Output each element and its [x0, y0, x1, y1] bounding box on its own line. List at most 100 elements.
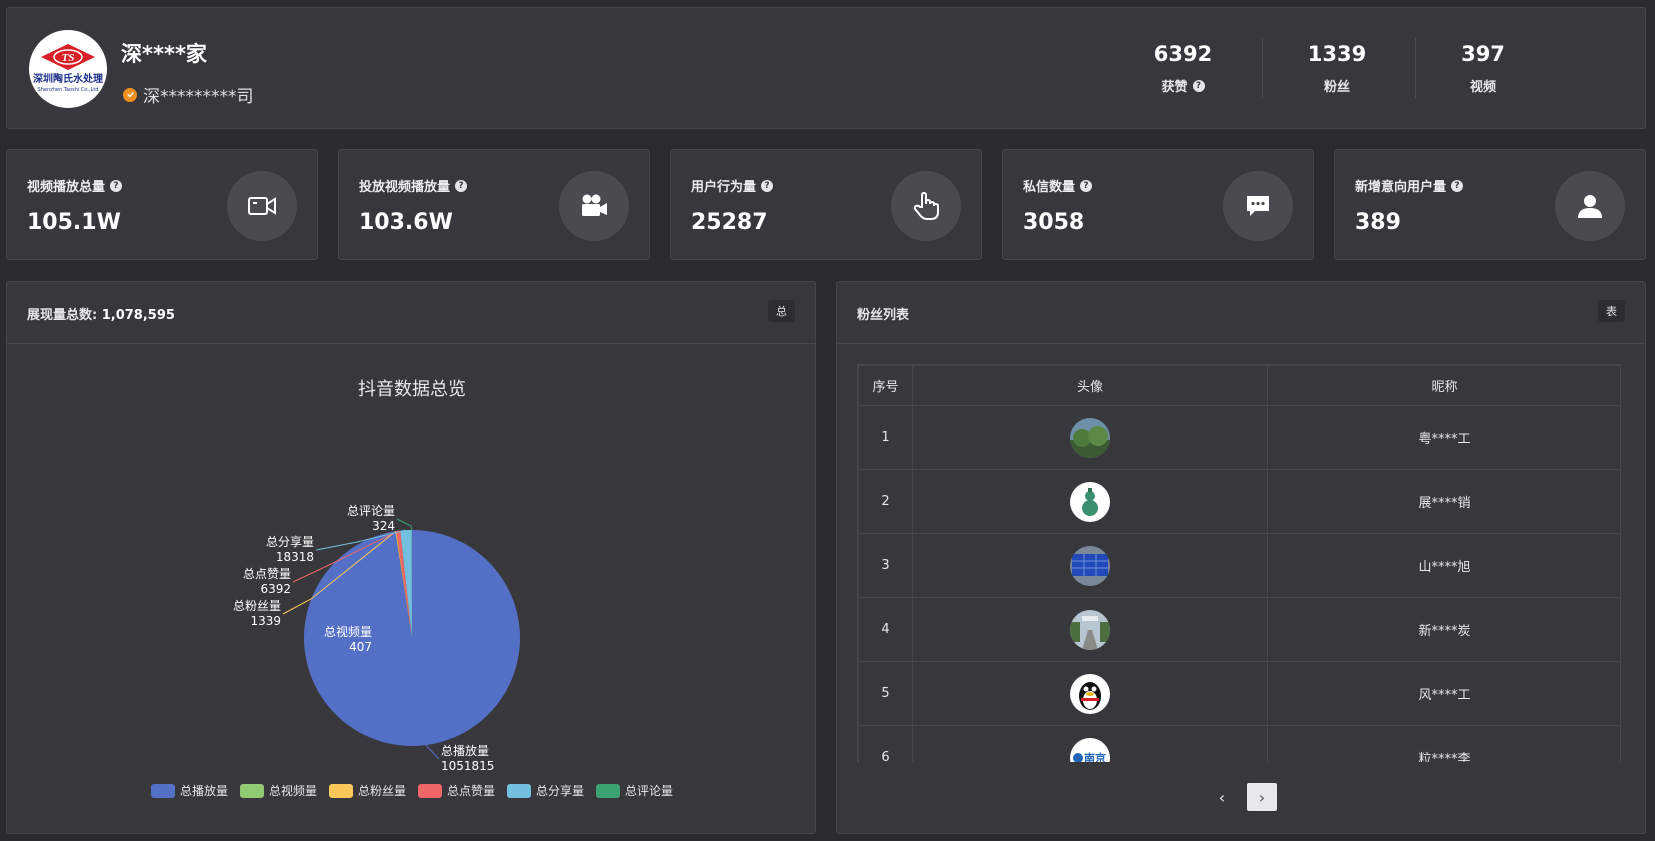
row-index: 3 [858, 533, 913, 598]
fans-table-wrapper[interactable]: 序号 头像 昵称 1 粤****工 2 展****销 3 山****旭 4 新*… [857, 364, 1621, 762]
legend-label: 总播放量 [179, 784, 228, 798]
metric-label: 用户行为量 [691, 180, 757, 195]
legend-label: 总视频量 [268, 784, 317, 798]
chat-bubble-icon [1223, 171, 1293, 241]
film-camera-icon [559, 171, 629, 241]
legend-swatch [150, 783, 175, 798]
chart-legend: 总播放量 总视频量 总粉丝量 总点赞量 总分享量 总评论量 [7, 782, 817, 799]
legend-label: 总评论量 [625, 784, 674, 798]
avatar[interactable] [1070, 545, 1110, 586]
table-row: 3 山****旭 [858, 533, 1620, 598]
stat-videos-label: 视频 [1469, 80, 1496, 95]
table-row: 4 新****炭 [858, 597, 1620, 662]
stat-fans: 1339 粉丝 [1262, 42, 1412, 95]
row-nickname: 新****炭 [1267, 597, 1620, 662]
avatar[interactable] [1070, 417, 1110, 458]
slice-label-name: 总视频量 [324, 624, 372, 639]
help-icon[interactable]: ? [761, 179, 774, 192]
stat-likes: 6392 获赞? [1108, 42, 1258, 95]
table-badge[interactable]: 表 [1598, 300, 1625, 322]
slice-label-value: 407 [349, 640, 372, 654]
table-row: 2 展****销 [858, 469, 1620, 534]
avatar[interactable] [1070, 673, 1110, 714]
slice-label-value: 1051815 [441, 759, 494, 773]
stat-videos: 397 视频 [1408, 42, 1558, 95]
metric-label: 私信数量 [1023, 180, 1076, 195]
stat-videos-value: 397 [1461, 42, 1505, 66]
verified-check-icon [123, 87, 137, 102]
help-icon[interactable]: ? [1192, 79, 1205, 92]
metric-value: 103.6W [359, 210, 453, 235]
avatar[interactable]: 南京 [1070, 737, 1110, 763]
fans-table: 序号 头像 昵称 1 粤****工 2 展****销 3 山****旭 4 新*… [858, 365, 1620, 763]
divider [837, 343, 1645, 344]
help-icon[interactable]: ? [1451, 179, 1464, 192]
row-nickname: 粤****工 [1267, 405, 1620, 470]
metric-label: 新增意向用户量 [1355, 180, 1447, 195]
logo-cn-text: 深圳陶氏水处理 [33, 72, 103, 85]
slice-label-value: 18318 [276, 550, 314, 564]
logo-mark-text: TS [62, 52, 75, 64]
legend-item[interactable]: 总播放量 [150, 782, 228, 799]
help-icon[interactable]: ? [1080, 179, 1093, 192]
label-leader-line [396, 518, 413, 531]
slice-label-value: 6392 [260, 582, 291, 596]
company-verification: 深*********司 [123, 82, 254, 107]
metric-value: 105.1W [27, 210, 121, 235]
row-nickname: 粒****李 [1267, 725, 1620, 762]
account-header: TS 深圳陶氏水处理 Shenzhen Taoshi Co.,Ltd 深****… [6, 7, 1646, 129]
slice-label-name: 总分享量 [266, 534, 314, 549]
stat-likes-value: 6392 [1153, 42, 1213, 66]
prev-page-button[interactable]: ‹ [1207, 783, 1237, 811]
video-camera-icon [227, 171, 297, 241]
legend-item[interactable]: 总分享量 [507, 782, 584, 799]
avatar-text: 南京 [1084, 751, 1106, 763]
row-index: 4 [858, 597, 913, 662]
avatar[interactable] [1070, 609, 1110, 650]
legend-item[interactable]: 总评论量 [596, 782, 673, 799]
metric-label: 投放视频播放量 [359, 180, 451, 195]
company-logo: TS 深圳陶氏水处理 Shenzhen Taoshi Co.,Ltd [29, 30, 107, 108]
legend-swatch [328, 783, 353, 798]
summary-badge[interactable]: 总 [768, 300, 795, 322]
column-header-index: 序号 [858, 365, 913, 406]
account-name: 深****家 [121, 42, 207, 66]
metric-card-new-intent-users: 新增意向用户量? 389 [1334, 149, 1646, 260]
row-nickname: 展****销 [1267, 469, 1620, 534]
impressions-panel: 展现量总数: 1,078,595 总 抖音数据总览 总播放量 1051815 总视频… [6, 281, 816, 834]
row-nickname: 风****工 [1267, 661, 1620, 726]
table-row: 1 粤****工 [858, 405, 1620, 470]
next-page-button[interactable]: › [1247, 783, 1277, 811]
logo-en-text: Shenzhen Taoshi Co.,Ltd [38, 87, 99, 93]
help-icon[interactable]: ? [110, 179, 123, 192]
stat-fans-label: 粉丝 [1323, 80, 1350, 95]
pagination: ‹ › [837, 783, 1647, 811]
avatar[interactable] [1070, 481, 1110, 522]
slice-label-value: 324 [372, 519, 395, 533]
metric-value: 25287 [691, 210, 768, 235]
column-header-avatar: 头像 [912, 365, 1268, 406]
legend-item[interactable]: 总点赞量 [418, 782, 495, 799]
help-icon[interactable]: ? [455, 179, 468, 192]
legend-item[interactable]: 总粉丝量 [328, 782, 406, 799]
legend-swatch [596, 783, 621, 798]
row-index: 5 [858, 661, 913, 726]
slice-label-name: 总评论量 [347, 504, 395, 518]
metric-card-messages: 私信数量? 3058 [1002, 149, 1314, 260]
row-index: 6 [858, 725, 913, 762]
metric-card-user-actions: 用户行为量? 25287 [670, 149, 982, 260]
metric-card-video-plays: 视频播放总量? 105.1W [6, 149, 318, 260]
metric-value: 3058 [1023, 210, 1085, 235]
legend-item[interactable]: 总视频量 [239, 782, 317, 799]
table-row: 6 南京 粒****李 [858, 725, 1620, 763]
column-header-nickname: 昵称 [1267, 365, 1620, 406]
legend-label: 总粉丝量 [357, 784, 406, 798]
table-row: 5 风****工 [858, 661, 1620, 726]
company-name: 深*********司 [143, 87, 254, 107]
legend-swatch [507, 783, 532, 798]
metric-card-ad-video-plays: 投放视频播放量? 103.6W [338, 149, 650, 260]
row-index: 1 [858, 405, 913, 470]
fans-list-panel: 粉丝列表 表 序号 头像 昵称 1 粤****工 2 展****销 3 山***… [836, 281, 1646, 834]
metric-label: 视频播放总量 [27, 180, 106, 195]
slice-label-name: 总播放量 [441, 743, 489, 758]
